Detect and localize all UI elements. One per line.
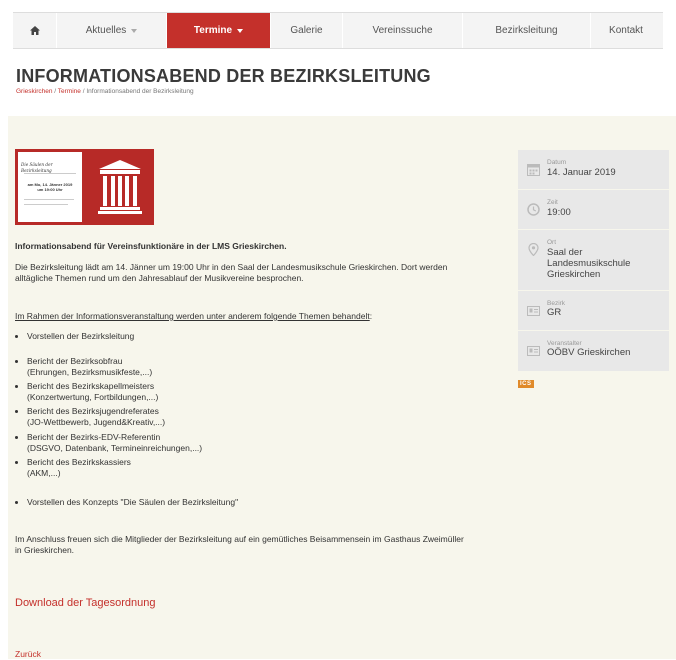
flyer-rule — [24, 199, 74, 200]
detail-value: Saal der Landesmusikschule — [547, 246, 631, 269]
nav-label-vereinssuche: Vereinssuche — [372, 24, 433, 36]
ics-label: ICS — [520, 380, 532, 387]
article-intro: Die Bezirksleitung lädt am 14. Jänner um… — [15, 262, 495, 285]
article-closing-line2: in Grieskirchen. — [15, 545, 75, 556]
list-item-line: Vorstellen der Bezirksleitung — [27, 331, 135, 341]
id-card-icon — [527, 345, 540, 356]
detail-row-date: Datum 14. Januar 2019 — [518, 150, 669, 190]
main-navigation: Aktuelles Termine Galerie Vereinssuche B… — [13, 12, 663, 49]
nav-label-termine: Termine — [193, 24, 233, 36]
list-item-line: Bericht der Bezirksobfrau — [27, 356, 123, 366]
detail-row-time: Zeit 19:00 — [518, 190, 669, 230]
flyer-title: Die Säulen der Bezirksleitung — [21, 162, 53, 173]
topics-heading-colon: : — [369, 311, 373, 321]
nav-item-galerie[interactable]: Galerie — [271, 13, 343, 48]
nav-label-aktuelles: Aktuelles — [85, 24, 127, 36]
flyer-rule — [24, 204, 68, 205]
flyer-date: am Mo, 14. Jänner 2019 um 19:00 Uhr — [21, 182, 79, 193]
topics-heading-text: Im Rahmen der Informationsveranstaltung … — [15, 311, 370, 321]
article-closing: Im Anschluss freuen sich die Mitglieder … — [15, 534, 495, 557]
list-item: Vorstellen des Konzepts "Die Säulen der … — [14, 497, 239, 508]
chevron-down-icon — [131, 28, 138, 33]
list-item-line: Bericht des Bezirkskassiers — [27, 457, 131, 467]
list-item: Bericht der Bezirks-EDV-Referentin (DSGVO… — [14, 432, 203, 455]
detail-row-organizer: Veranstalter OÖBV Grieskirchen — [518, 331, 669, 371]
home-icon — [29, 26, 40, 35]
nav-item-bezirksleitung[interactable]: Bezirksleitung — [463, 13, 591, 48]
list-item-line: Bericht des Bezirksjugendreferates — [27, 406, 159, 416]
nav-item-kontakt[interactable]: Kontakt — [591, 13, 661, 48]
detail-value-line2: Grieskirchen — [547, 268, 601, 280]
nav-label-bezirksleitung: Bezirksleitung — [495, 24, 558, 36]
download-agenda-link[interactable]: Download der Tagesordnung — [15, 596, 155, 611]
breadcrumb-current: / Informationsabend der Bezirksleitung — [80, 88, 194, 95]
calendar-icon — [527, 164, 540, 176]
page-title: INFORMATIONSABEND DER BEZIRKSLEITUNG — [16, 66, 431, 86]
back-link[interactable]: Zurück — [15, 649, 41, 660]
clock-icon — [527, 203, 540, 216]
flyer-rule — [24, 173, 76, 174]
list-item: Vorstellen der Bezirksleitung — [14, 331, 135, 342]
breadcrumb-link-termine[interactable]: Termine — [58, 88, 81, 95]
article-closing-line1: Im Anschluss freuen sich die Mitglieder … — [15, 534, 464, 544]
flyer-date-line2: um 19:00 Uhr — [37, 187, 63, 193]
list-item: Bericht der Bezirksobfrau (Ehrungen, Bezi… — [14, 356, 153, 379]
detail-value: 19:00 — [547, 206, 571, 218]
detail-value: GR — [547, 307, 562, 319]
detail-value: OÖBV Grieskirchen — [547, 347, 631, 359]
ics-download-button[interactable]: ICS — [518, 380, 534, 388]
article-heading: Informationsabend für Vereinsfunktionäre… — [15, 241, 287, 251]
temple-columns-icon — [98, 160, 142, 214]
nav-item-vereinssuche[interactable]: Vereinssuche — [343, 13, 463, 48]
event-flyer-image[interactable]: Die Säulen der Bezirksleitung am Mo, 14.… — [15, 149, 154, 225]
location-pin-icon — [528, 243, 539, 256]
article-intro-line2: alltägliche Themen rund um den Jahresabl… — [15, 273, 304, 284]
list-item: Bericht des Bezirksjugendreferates (JO-We… — [14, 406, 166, 429]
nav-label-kontakt: Kontakt — [609, 24, 643, 36]
detail-value: 14. Januar 2019 — [547, 166, 616, 178]
nav-label-galerie: Galerie — [290, 24, 323, 36]
list-item-line: Bericht des Bezirkskapellmeisters — [27, 381, 155, 391]
list-item-subline: (Ehrungen, Bezirksmusikfeste,...) — [27, 367, 153, 378]
flyer-paper: Die Säulen der Bezirksleitung am Mo, 14.… — [18, 152, 82, 222]
list-item-subline: (JO-Wettbewerb, Jugend&Kreativ,...) — [27, 417, 166, 428]
list-item-subline: (AKM,...) — [27, 468, 61, 479]
detail-row-district: Bezirk GR — [518, 291, 669, 331]
list-item-subline: (Konzertwertung, Fortbildungen,...) — [27, 392, 159, 403]
nav-home[interactable] — [13, 13, 57, 48]
nav-item-termine[interactable]: Termine — [167, 13, 271, 48]
nav-item-aktuelles[interactable]: Aktuelles — [57, 13, 167, 48]
topics-heading: Im Rahmen der Informationsveranstaltung … — [15, 311, 495, 322]
list-item-line: Vorstellen des Konzepts "Die Säulen der … — [27, 497, 239, 507]
id-card-icon — [527, 305, 540, 316]
detail-row-location: Ort Saal der Landesmusikschule Grieskirc… — [518, 230, 669, 291]
list-item-subline: (DSGVO, Datenbank, Termineinreichungen,.… — [27, 443, 203, 454]
chevron-down-icon — [237, 28, 244, 33]
breadcrumb-link-grieskirchen[interactable]: Grieskirchen — [16, 88, 52, 95]
list-item-line: Bericht der Bezirks-EDV-Referentin — [27, 432, 161, 442]
nav-bar: Aktuelles Termine Galerie Vereinssuche B… — [13, 13, 663, 48]
list-item: Bericht des Bezirkskapellmeisters (Konzer… — [14, 381, 159, 404]
detail-label: Bezirk — [547, 299, 566, 307]
list-item: Bericht des Bezirkskassiers (AKM,...) — [15, 457, 131, 480]
breadcrumb: Grieskirchen / Termine / Informationsabe… — [16, 88, 194, 97]
event-details-sidebar: Datum 14. Januar 2019 Zeit 19:00 Ort Saa… — [518, 150, 669, 371]
article-intro-line1: Die Bezirksleitung lädt am 14. Jänner um… — [15, 262, 448, 272]
